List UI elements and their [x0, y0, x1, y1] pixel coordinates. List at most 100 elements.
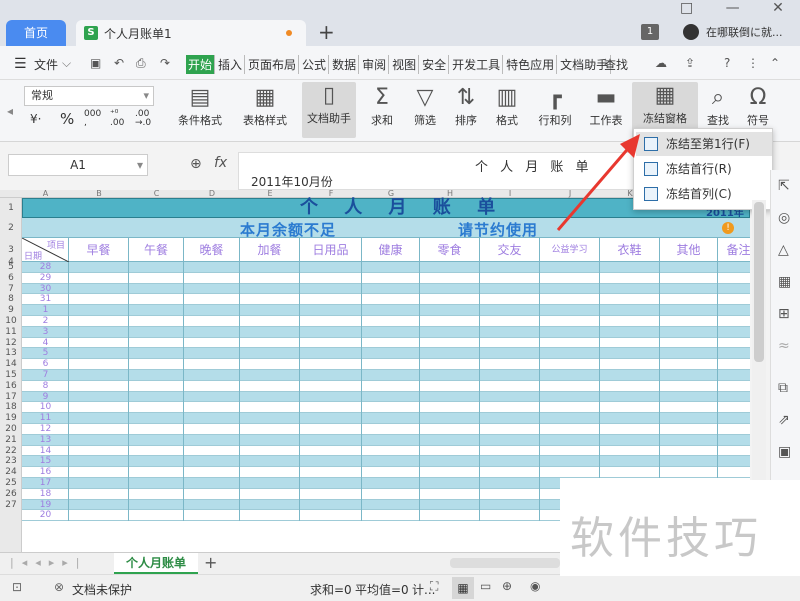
row-number[interactable]: 21: [0, 435, 22, 446]
ribbon-button-8[interactable]: ▬ 工作表: [584, 84, 628, 136]
row-number[interactable]: 14: [0, 359, 22, 370]
collapse-ribbon-icon[interactable]: ⌃: [770, 56, 780, 70]
table-row[interactable]: [22, 337, 750, 349]
percent-icon[interactable]: %: [60, 110, 74, 128]
menu-item-9[interactable]: 特色应用: [504, 55, 558, 74]
normal-view-icon[interactable]: ▦: [452, 577, 474, 599]
grid-icon[interactable]: ▣: [778, 444, 791, 460]
column-header-cell[interactable]: 健康: [362, 238, 420, 262]
table-row[interactable]: [22, 445, 750, 457]
table-row[interactable]: [22, 413, 750, 424]
sheet-nav-icons[interactable]: |◂◂▸▸|: [10, 556, 88, 569]
column-header-cell[interactable]: 晚餐: [184, 238, 240, 262]
hamburger-icon[interactable]: ☰: [14, 56, 27, 72]
row-number[interactable]: 2: [0, 218, 22, 238]
increase-decimal-icon[interactable]: ⁺⁰ .00: [110, 110, 124, 128]
table-icon[interactable]: ▦: [778, 274, 791, 290]
row-number[interactable]: 18: [0, 402, 22, 413]
cursor-icon[interactable]: ⇱: [778, 178, 790, 194]
menu-item-5[interactable]: 审阅: [360, 55, 390, 74]
day-cell[interactable]: 13: [22, 435, 69, 446]
share-icon[interactable]: ⇪: [685, 56, 695, 70]
row-number[interactable]: 11: [0, 327, 22, 338]
column-letter[interactable]: E: [240, 190, 300, 198]
window-controls[interactable]: □ — ✕: [680, 0, 798, 16]
tab-home[interactable]: 首页: [6, 20, 66, 46]
day-cell[interactable]: 3: [22, 327, 69, 338]
day-cell[interactable]: 7: [22, 370, 69, 381]
day-cell[interactable]: 2: [22, 316, 69, 327]
table-row[interactable]: [22, 283, 750, 295]
cloud-search-hint[interactable]: 在哪联倒に就...: [706, 24, 783, 40]
tab-document[interactable]: S 个人月账单1: [76, 20, 306, 46]
table-row[interactable]: [22, 370, 750, 381]
ribbon-button-7[interactable]: ┏ 行和列: [530, 84, 580, 136]
ribbon-button-0[interactable]: ▤ 条件格式: [168, 84, 232, 136]
name-box[interactable]: A1 ▾: [8, 154, 148, 176]
column-header-cell[interactable]: 加餐: [240, 238, 300, 262]
day-cell[interactable]: 20: [22, 510, 69, 521]
number-format-select[interactable]: 常规 ▾: [24, 86, 154, 106]
more-icon[interactable]: ⋮: [747, 56, 759, 70]
print-icon[interactable]: ⎙: [136, 56, 146, 71]
day-cell[interactable]: 19: [22, 500, 69, 511]
day-cell[interactable]: 17: [22, 478, 69, 489]
table-row[interactable]: [22, 456, 750, 468]
add-sheet-button[interactable]: +: [204, 553, 217, 572]
row-number[interactable]: 17: [0, 392, 22, 403]
row-number[interactable]: 15: [0, 370, 22, 381]
table-row[interactable]: [22, 305, 750, 316]
ribbon-button-5[interactable]: ⇅ 排序: [448, 84, 484, 136]
day-cell[interactable]: 31: [22, 294, 69, 305]
ribbon-button-1[interactable]: ▦ 表格样式: [232, 84, 298, 136]
row-number[interactable]: 6: [0, 273, 22, 284]
day-cell[interactable]: 16: [22, 467, 69, 478]
shapes-icon[interactable]: ◎: [778, 210, 790, 226]
menu-item-1[interactable]: 插入: [216, 55, 246, 74]
fx-button[interactable]: fx: [214, 155, 227, 171]
thousands-icon[interactable]: 000,: [84, 110, 101, 128]
window-count-badge[interactable]: 1: [641, 24, 659, 40]
day-cell[interactable]: 4: [22, 338, 69, 349]
table-row[interactable]: [22, 359, 750, 370]
macro-icon[interactable]: ⊡: [12, 580, 22, 594]
column-header-cell[interactable]: 其他: [660, 238, 718, 262]
row-number[interactable]: 23: [0, 456, 22, 467]
page-view-icon[interactable]: ▭: [480, 579, 491, 593]
table-row[interactable]: [22, 391, 750, 403]
row-number[interactable]: 9: [0, 305, 22, 316]
table-row[interactable]: [22, 348, 750, 360]
row-number[interactable]: 20: [0, 424, 22, 435]
apps-icon[interactable]: ⊞: [778, 306, 790, 322]
menu-item-7[interactable]: 安全: [420, 55, 450, 74]
column-header-cell[interactable]: 午餐: [129, 238, 184, 262]
format-icon[interactable]: ≈: [778, 338, 790, 354]
ribbon-button-2[interactable]: ▯ 文档助手: [302, 82, 356, 138]
row-number[interactable]: 22: [0, 446, 22, 457]
menu-item-3[interactable]: 公式: [300, 55, 330, 74]
day-cell[interactable]: 9: [22, 392, 69, 403]
table-row[interactable]: [22, 272, 750, 284]
table-row[interactable]: [22, 262, 750, 273]
ribbon-button-6[interactable]: ▥ 格式: [488, 84, 526, 136]
warning-icon[interactable]: !: [722, 222, 734, 234]
help-icon[interactable]: ?: [724, 56, 730, 70]
column-letter[interactable]: C: [129, 190, 184, 198]
day-cell[interactable]: 8: [22, 381, 69, 392]
column-letter[interactable]: D: [184, 190, 240, 198]
day-cell[interactable]: 14: [22, 446, 69, 457]
avatar[interactable]: [683, 24, 699, 40]
column-letter[interactable]: A: [22, 190, 69, 198]
day-cell[interactable]: 10: [22, 402, 69, 413]
table-row[interactable]: [22, 424, 750, 435]
scrollbar-thumb[interactable]: [754, 202, 764, 362]
file-dropdown-icon[interactable]: ⌵: [62, 56, 71, 71]
scroll-left-icon[interactable]: ◂: [0, 80, 20, 142]
menu-item-4[interactable]: 数据: [330, 55, 360, 74]
column-letter[interactable]: B: [69, 190, 129, 198]
decrease-decimal-icon[interactable]: .00 →.0: [135, 110, 151, 128]
horizontal-scrollbar[interactable]: [450, 558, 560, 568]
row-number[interactable]: 26: [0, 489, 22, 500]
row-number[interactable]: 8: [0, 294, 22, 305]
row-number[interactable]: 10: [0, 316, 22, 327]
